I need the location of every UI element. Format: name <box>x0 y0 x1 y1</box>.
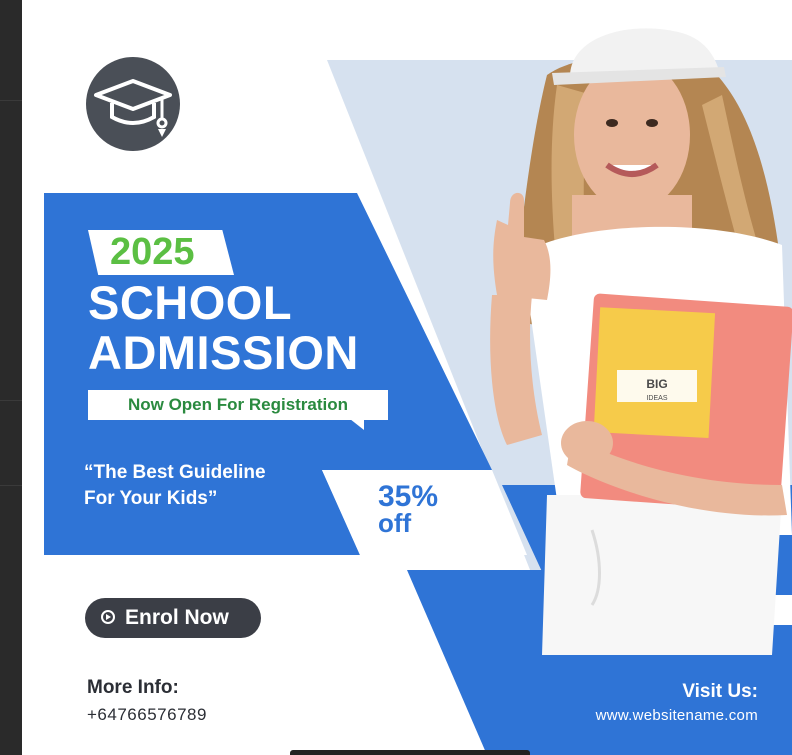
discount-suffix: off <box>378 508 412 538</box>
flyer-title: SCHOOL ADMISSION <box>88 278 359 378</box>
discount-value: 35% <box>378 480 439 513</box>
title-line-2: ADMISSION <box>88 326 359 379</box>
folder-text-2: IDEAS <box>646 395 667 402</box>
enrol-now-label: Enrol Now <box>125 606 229 629</box>
play-circle-icon <box>101 610 115 624</box>
tagline-quote: “The Best Guideline For Your Kids” <box>84 460 266 512</box>
registration-text: Now Open For Registration <box>127 395 349 414</box>
bottom-edge-bar <box>290 750 530 755</box>
pants <box>542 495 782 655</box>
background-window-edge <box>0 0 22 755</box>
folder-text-1: BIG <box>646 377 667 391</box>
title-line-1: SCHOOL <box>88 276 293 329</box>
school-logo <box>86 57 180 151</box>
website-link[interactable]: www.websitename.com <box>596 707 758 724</box>
quote-line-2: For Your Kids” <box>84 488 218 509</box>
quote-line-1: “The Best Guideline <box>84 462 266 483</box>
visit-us-label: Visit Us: <box>682 681 758 702</box>
admission-flyer: 2025 SCHOOL ADMISSION Now Open For Regis… <box>22 0 792 755</box>
discount-label: 35% off <box>378 480 439 538</box>
holding-hand <box>561 421 613 465</box>
screen: 2025 SCHOOL ADMISSION Now Open For Regis… <box>0 0 792 755</box>
more-info-label: More Info: <box>87 677 179 698</box>
admission-year: 2025 <box>110 231 195 273</box>
registration-banner-tail <box>350 419 364 430</box>
graduation-cap-icon <box>94 79 172 137</box>
phone-number: +64766576789 <box>87 705 207 724</box>
student-photo: BIG IDEAS <box>490 28 792 655</box>
enrol-now-button[interactable]: Enrol Now <box>85 598 261 638</box>
